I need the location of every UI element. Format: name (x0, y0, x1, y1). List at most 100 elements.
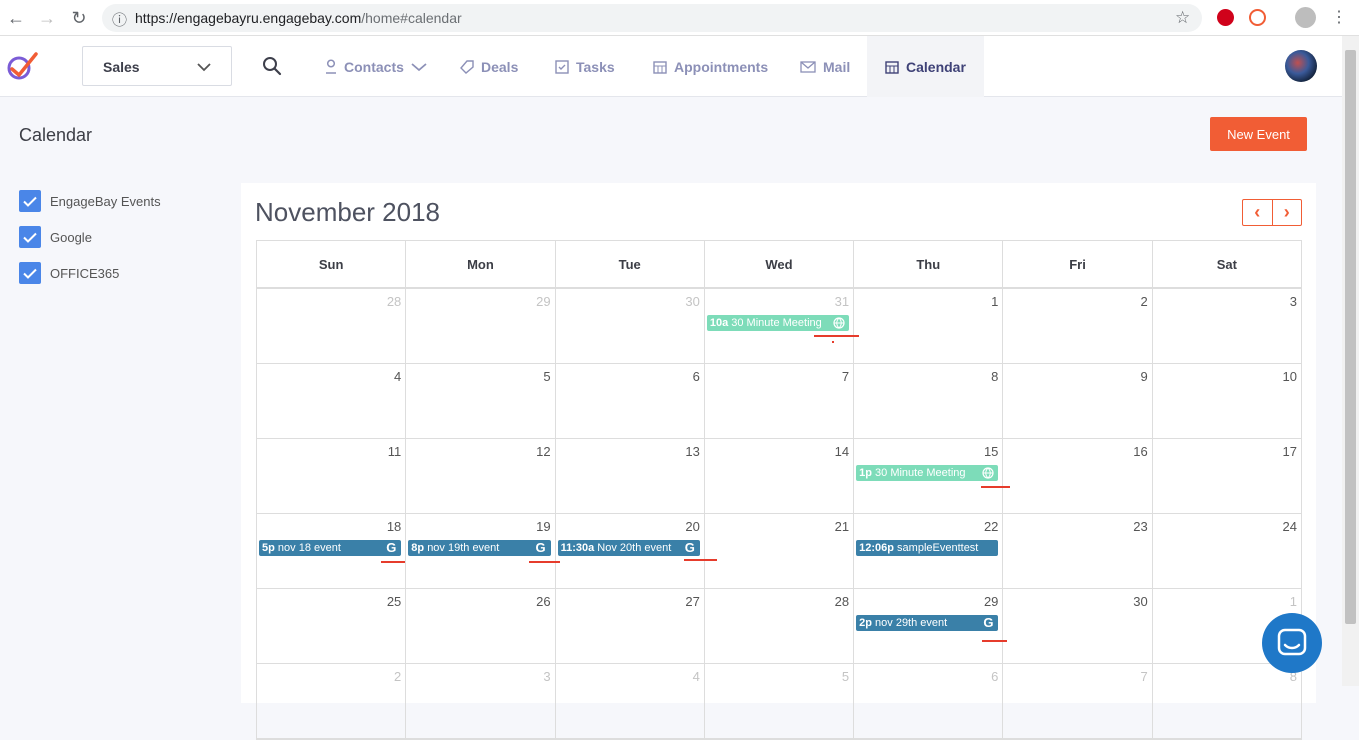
day-cell[interactable]: 22 12:06p sampleEventtest (854, 514, 1004, 588)
nav-calendar[interactable]: Calendar (867, 36, 984, 97)
calendar-event[interactable]: 8p nov 19th event G (408, 540, 551, 556)
week-row: 2 3 4 5 6 7 8 (257, 664, 1302, 739)
day-cell[interactable]: 25 (257, 589, 407, 663)
user-avatar[interactable] (1285, 50, 1317, 82)
nav-mail[interactable]: Mail (800, 36, 850, 97)
filter-google[interactable]: Google (19, 226, 92, 248)
pipeline-select-value: Sales (103, 59, 140, 75)
checkbox-checked-icon[interactable] (19, 226, 41, 248)
day-number: 27 (685, 594, 700, 609)
day-cell[interactable]: 15 1p 30 Minute Meeting (854, 439, 1004, 513)
day-cell[interactable]: 16 (1003, 439, 1153, 513)
adblock-icon[interactable] (1217, 9, 1234, 26)
nav-deals[interactable]: Deals (460, 36, 518, 97)
engagebay-extension-icon[interactable] (1249, 9, 1266, 26)
chat-launcher-button[interactable] (1262, 613, 1322, 673)
day-cell[interactable]: 23 (1003, 514, 1153, 588)
calendar-icon (885, 60, 899, 74)
day-cell[interactable]: 27 (556, 589, 705, 663)
day-cell[interactable]: 21 (705, 514, 855, 588)
google-icon: G (535, 540, 546, 555)
weekday-header: Sun Mon Tue Wed Thu Fri Sat (257, 241, 1302, 289)
day-cell[interactable]: 13 (556, 439, 705, 513)
day-cell[interactable]: 6 (556, 364, 705, 438)
day-cell[interactable]: 30 (1003, 589, 1153, 663)
day-cell[interactable]: 1 (854, 289, 1004, 363)
day-cell[interactable]: 12 (406, 439, 556, 513)
chevron-left-icon[interactable]: ‹ (1243, 200, 1273, 225)
checkbox-checked-icon[interactable] (19, 190, 41, 212)
day-cell[interactable]: 24 (1153, 514, 1302, 588)
app-navbar: Sales Contacts Deals Tasks Appointments … (0, 36, 1342, 97)
annotation-underline (381, 561, 405, 563)
day-cell[interactable]: 6 (854, 664, 1004, 738)
day-cell[interactable]: 2 (257, 664, 407, 738)
day-cell[interactable]: 29 (406, 289, 556, 363)
day-cell[interactable]: 8 (854, 364, 1004, 438)
day-cell[interactable]: 31 10a 30 Minute Meeting (705, 289, 855, 363)
day-cell[interactable]: 9 (1003, 364, 1153, 438)
filter-office365[interactable]: OFFICE365 (19, 262, 119, 284)
event-title: nov 29th event (875, 617, 948, 629)
day-number: 3 (543, 669, 551, 684)
day-cell[interactable]: 29 2p nov 29th event G (854, 589, 1004, 663)
day-cell[interactable]: 2 (1003, 289, 1153, 363)
scrollbar-thumb[interactable] (1345, 50, 1356, 624)
calendar-event[interactable]: 1p 30 Minute Meeting (856, 465, 999, 481)
day-number: 26 (536, 594, 551, 609)
bookmark-star-icon[interactable]: ☆ (1175, 8, 1190, 28)
day-cell[interactable]: 19 8p nov 19th event G (406, 514, 556, 588)
menu-dots-icon[interactable]: ⋮ (1331, 7, 1347, 27)
new-event-button[interactable]: New Event (1210, 117, 1307, 151)
day-number: 24 (1282, 519, 1297, 534)
weekday-tue: Tue (556, 241, 705, 287)
day-number: 4 (692, 669, 700, 684)
day-cell[interactable]: 18 5p nov 18 event G (257, 514, 407, 588)
info-icon[interactable]: ⓘ (112, 9, 127, 30)
day-cell[interactable]: 8 (1153, 664, 1302, 738)
day-number: 6 (991, 669, 999, 684)
calendar-event[interactable]: 2p nov 29th event G (856, 615, 999, 631)
profile-icon[interactable] (1295, 7, 1316, 28)
day-number: 29 (983, 594, 999, 609)
day-cell[interactable]: 5 (406, 364, 556, 438)
nav-tasks[interactable]: Tasks (555, 36, 615, 97)
day-cell[interactable]: 5 (705, 664, 855, 738)
back-icon[interactable]: ← (5, 7, 27, 29)
calendar-event[interactable]: 10a 30 Minute Meeting (706, 315, 850, 331)
nav-contacts[interactable]: Contacts (325, 36, 427, 97)
day-cell[interactable]: 4 (556, 664, 705, 738)
day-cell[interactable]: 10 (1153, 364, 1302, 438)
day-cell[interactable]: 3 (1153, 289, 1302, 363)
search-icon[interactable] (262, 56, 282, 76)
checkbox-checked-icon[interactable] (19, 262, 41, 284)
url-text: https://engagebayru.engagebay.com/home#c… (135, 10, 462, 26)
event-time: 12:06p (859, 542, 894, 554)
calendar-event[interactable]: 5p nov 18 event G (259, 540, 402, 556)
day-cell[interactable]: 28 (705, 589, 855, 663)
day-cell[interactable]: 7 (1003, 664, 1153, 738)
page-scrollbar[interactable] (1342, 36, 1359, 686)
day-number: 22 (983, 519, 999, 534)
day-cell[interactable]: 14 (705, 439, 855, 513)
day-cell[interactable]: 20 11:30a Nov 20th event G (556, 514, 705, 588)
day-cell[interactable]: 26 (406, 589, 556, 663)
pipeline-select[interactable]: Sales (82, 46, 232, 86)
address-bar[interactable]: ⓘ https://engagebayru.engagebay.com/home… (102, 4, 1202, 32)
day-cell[interactable]: 30 (556, 289, 705, 363)
day-cell[interactable]: 4 (257, 364, 407, 438)
day-cell[interactable]: 11 (257, 439, 407, 513)
day-number: 14 (834, 444, 850, 459)
chevron-right-icon[interactable]: › (1273, 200, 1302, 225)
nav-appointments[interactable]: Appointments (653, 36, 768, 97)
reload-icon[interactable]: ↻ (68, 7, 90, 29)
forward-icon[interactable]: → (36, 7, 58, 29)
calendar-event[interactable]: 11:30a Nov 20th event G (557, 540, 700, 556)
day-cell[interactable]: 28 (257, 289, 407, 363)
filter-engagebay-events[interactable]: EngageBay Events (19, 190, 161, 212)
engagebay-logo-icon[interactable] (6, 51, 38, 81)
day-cell[interactable]: 3 (406, 664, 556, 738)
day-cell[interactable]: 7 (705, 364, 855, 438)
day-cell[interactable]: 17 (1153, 439, 1302, 513)
calendar-event[interactable]: 12:06p sampleEventtest (856, 540, 999, 556)
